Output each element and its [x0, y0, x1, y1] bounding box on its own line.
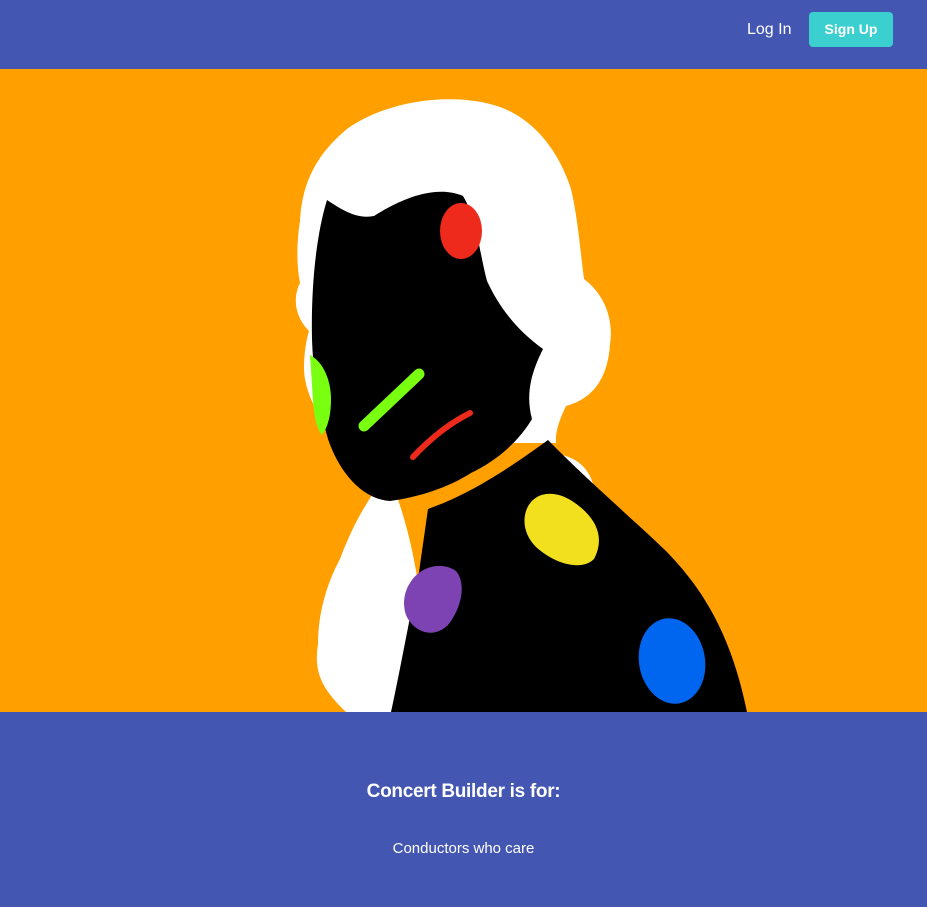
audience-item: Conductors who care	[392, 840, 535, 857]
audience-section: Concert Builder is for: Conductors who c…	[0, 712, 927, 907]
top-navbar: Log In Sign Up	[0, 0, 927, 69]
hero-banner	[0, 69, 927, 712]
composer-illustration	[0, 69, 927, 712]
login-link[interactable]: Log In	[733, 17, 805, 43]
red-spot	[440, 203, 482, 259]
signup-button[interactable]: Sign Up	[809, 12, 893, 47]
audience-title: Concert Builder is for:	[366, 781, 561, 802]
